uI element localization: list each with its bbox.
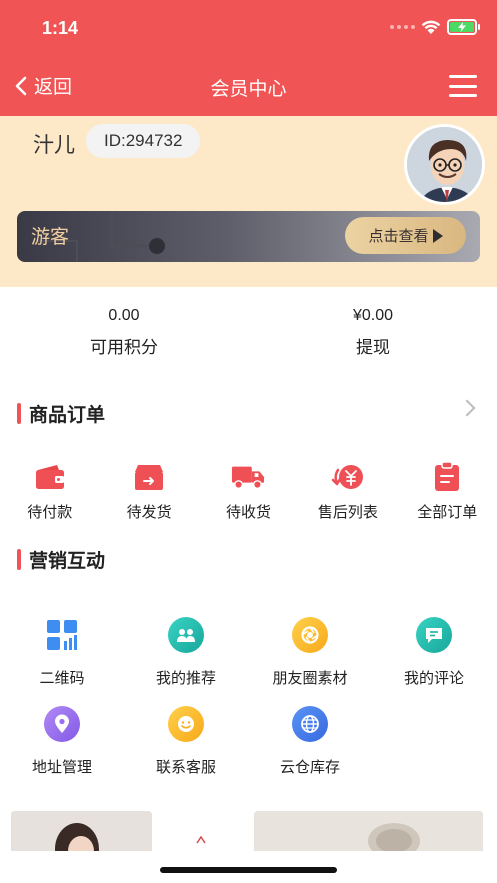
order-label: 待收货 bbox=[225, 503, 271, 521]
view-vip-button[interactable]: 点击查看 bbox=[345, 217, 466, 254]
avatar[interactable] bbox=[404, 124, 485, 205]
qr-code-item[interactable]: 二维码 bbox=[0, 617, 124, 688]
contact-service-label: 联系客服 bbox=[155, 758, 216, 776]
vip-card[interactable]: 游客 点击查看 bbox=[17, 211, 480, 262]
my-comment-item[interactable]: 我的评论 bbox=[372, 617, 496, 688]
banner-divider-mark bbox=[196, 835, 206, 844]
marketing-title: 营销互动 bbox=[29, 550, 106, 572]
menu-button[interactable] bbox=[449, 75, 477, 97]
user-id-badge: ID:294732 bbox=[86, 124, 201, 158]
my-recommend-label: 我的推荐 bbox=[155, 669, 216, 687]
refund-icon bbox=[331, 460, 365, 494]
truck-icon bbox=[231, 460, 265, 494]
withdraw-value: ¥0.00 bbox=[352, 307, 394, 324]
profile-panel: 汁儿 ID:294732 游客 点击查看 bbox=[0, 116, 497, 287]
address-manage-item[interactable]: 地址管理 bbox=[0, 706, 124, 777]
cloud-warehouse-item[interactable]: 云仓库存 bbox=[248, 706, 372, 777]
withdraw-label: 提现 bbox=[356, 338, 390, 358]
my-recommend-item[interactable]: 我的推荐 bbox=[124, 617, 248, 688]
moments-material-item[interactable]: 朋友圈素材 bbox=[248, 617, 372, 688]
order-pending-receipt[interactable]: 待收货 bbox=[199, 460, 298, 522]
vip-level: 游客 bbox=[31, 226, 70, 248]
warehouse-icon bbox=[292, 706, 328, 742]
order-status-row: 待付款 待发货 待收货 售后列表 全部订单 bbox=[0, 460, 497, 522]
location-icon bbox=[44, 706, 80, 742]
order-all[interactable]: 全部订单 bbox=[398, 460, 497, 522]
header-bar: 1:14 返回 会员中心 bbox=[0, 0, 497, 116]
address-manage-label: 地址管理 bbox=[31, 758, 92, 776]
comment-icon bbox=[416, 617, 452, 653]
order-label: 待发货 bbox=[126, 503, 172, 521]
orders-section-header[interactable]: 商品订单 bbox=[17, 400, 105, 427]
order-label: 全部订单 bbox=[417, 503, 478, 521]
cloud-warehouse-label: 云仓库存 bbox=[279, 758, 340, 776]
service-icon bbox=[168, 706, 204, 742]
section-accent bbox=[17, 549, 21, 570]
marketing-section-header: 营销互动 bbox=[17, 546, 105, 573]
battery-icon bbox=[447, 19, 480, 35]
portrait-photo bbox=[11, 811, 152, 851]
menu-line bbox=[449, 84, 477, 88]
order-pending-payment[interactable]: 待付款 bbox=[0, 460, 99, 522]
status-time: 1:14 bbox=[42, 18, 79, 38]
section-accent bbox=[17, 403, 21, 424]
moments-icon bbox=[292, 617, 328, 653]
menu-line bbox=[449, 75, 477, 78]
menu-line bbox=[449, 94, 477, 97]
chevron-right-icon[interactable] bbox=[458, 399, 476, 417]
status-icons bbox=[390, 19, 480, 35]
play-icon bbox=[432, 228, 443, 243]
qr-grid-icon bbox=[44, 617, 80, 653]
page-title: 会员中心 bbox=[210, 78, 287, 100]
home-indicator[interactable] bbox=[160, 867, 337, 873]
order-pending-shipment[interactable]: 待发货 bbox=[99, 460, 198, 522]
clipboard-icon bbox=[430, 460, 464, 494]
avatar-illustration bbox=[407, 127, 482, 202]
contact-service-item[interactable]: 联系客服 bbox=[124, 706, 248, 777]
wallet-icon bbox=[33, 460, 67, 494]
points-label: 可用积分 bbox=[90, 338, 158, 358]
my-comment-label: 我的评论 bbox=[403, 669, 464, 687]
order-label: 售后列表 bbox=[317, 503, 378, 521]
qr-code-label: 二维码 bbox=[39, 669, 85, 687]
promo-image-right[interactable] bbox=[254, 811, 483, 851]
orders-title: 商品订单 bbox=[29, 404, 106, 426]
moments-material-label: 朋友圈素材 bbox=[272, 669, 348, 687]
lace-photo bbox=[254, 811, 483, 851]
recommend-icon bbox=[168, 617, 204, 653]
points-value: 0.00 bbox=[108, 307, 140, 324]
box-icon bbox=[132, 460, 166, 494]
view-vip-label: 点击查看 bbox=[368, 227, 429, 245]
order-label: 待付款 bbox=[27, 503, 73, 521]
promo-image-left[interactable] bbox=[11, 811, 152, 851]
username: 汁儿 bbox=[33, 133, 75, 157]
stat-withdraw[interactable]: ¥0.00 提现 bbox=[249, 307, 497, 358]
order-after-sales[interactable]: 售后列表 bbox=[298, 460, 397, 522]
wifi-icon bbox=[421, 20, 441, 34]
signal-icon bbox=[390, 25, 415, 29]
stat-points[interactable]: 0.00 可用积分 bbox=[0, 307, 248, 358]
